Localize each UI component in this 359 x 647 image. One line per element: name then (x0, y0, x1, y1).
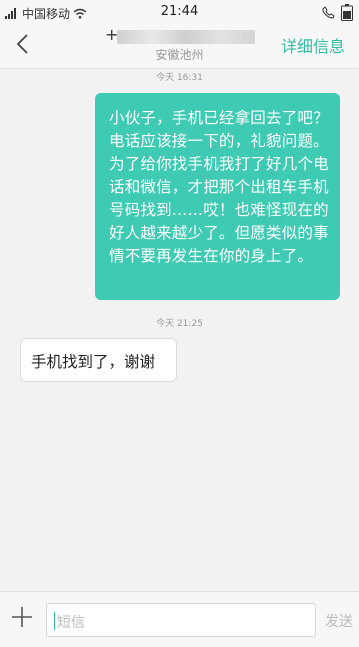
redacted-number (117, 30, 255, 44)
outgoing-message[interactable]: 小伙子，手机已经拿回去了吧？电话应该接一下的，礼貌问题。为了给你找手机我打了好几… (95, 93, 340, 300)
battery-icon (341, 4, 353, 21)
status-right (322, 4, 353, 21)
sms-input-placeholder: 短信 (57, 615, 85, 631)
contact-number[interactable]: + (105, 25, 255, 45)
sms-input[interactable]: 短信 (46, 603, 316, 637)
send-button[interactable]: 发送 (325, 611, 353, 631)
phone-icon (322, 6, 335, 19)
plus-icon[interactable] (9, 604, 35, 630)
conversation-header: + 安徽池州 详细信息 (0, 24, 359, 69)
details-button[interactable]: 详细信息 (281, 33, 345, 57)
status-time: 21:44 (160, 4, 199, 19)
message-timestamp: 今天 16:31 (156, 73, 203, 83)
text-caret (54, 612, 55, 630)
message-timestamp: 今天 21:25 (156, 319, 203, 329)
composer-bar: 短信 发送 (0, 591, 359, 647)
status-bar: 中国移动 21:44 (0, 0, 359, 24)
incoming-message[interactable]: 手机找到了，谢谢 (20, 338, 177, 382)
